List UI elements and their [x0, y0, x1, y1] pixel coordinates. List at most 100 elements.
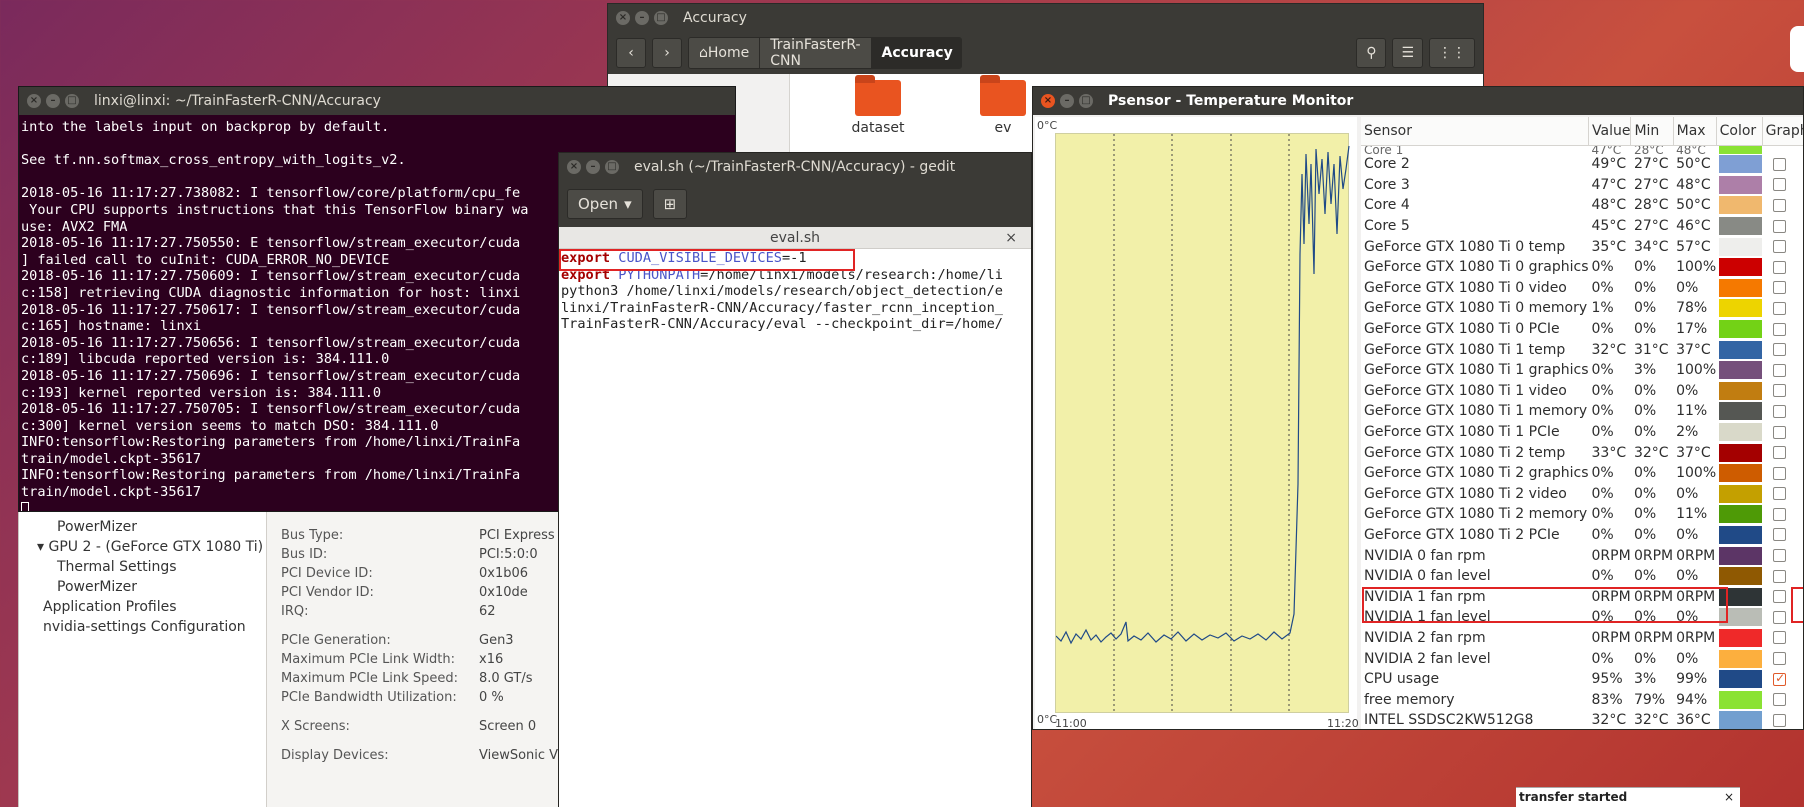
color-swatch[interactable] [1719, 381, 1763, 400]
color-swatch[interactable] [1719, 711, 1763, 729]
graph-checkbox[interactable] [1773, 487, 1787, 501]
column-header-value[interactable]: Value [1588, 117, 1632, 146]
graph-checkbox[interactable] [1773, 425, 1787, 439]
graph-checkbox[interactable] [1773, 198, 1787, 212]
table-row[interactable]: NVIDIA 2 fan rpm 0RPM 0RPM 0RPM [1361, 628, 1803, 649]
graph-checkbox[interactable] [1773, 631, 1787, 645]
table-row[interactable]: GeForce GTX 1080 Ti 2 temp 33°C 32°C 37°C [1361, 442, 1803, 463]
table-row[interactable]: Core 5 45°C 27°C 46°C [1361, 216, 1803, 237]
crumb-trainfasterrcnn[interactable]: TrainFasterR-CNN [760, 38, 872, 68]
color-swatch[interactable] [1719, 278, 1763, 297]
graph-checkbox[interactable] [1773, 343, 1787, 357]
graph-checkbox[interactable] [1773, 528, 1787, 542]
table-row[interactable]: GeForce GTX 1080 Ti 2 graphics 0% 0% 100% [1361, 463, 1803, 484]
graph-checkbox[interactable] [1773, 384, 1787, 398]
graph-checkbox[interactable] [1773, 219, 1787, 233]
open-button[interactable]: Open ▾ [567, 189, 643, 219]
maximize-icon[interactable]: □ [1079, 94, 1093, 108]
notification-banner[interactable]: transfer started × [1516, 787, 1740, 807]
tree-item-thermal-settings[interactable]: Thermal Settings [37, 557, 266, 577]
back-button[interactable]: ‹ [616, 38, 646, 68]
table-row[interactable]: GeForce GTX 1080 Ti 0 memory 1% 0% 78% [1361, 298, 1803, 319]
grid-view-button[interactable]: ⋮⋮ [1429, 38, 1475, 68]
close-icon[interactable]: × [1724, 788, 1734, 806]
color-swatch[interactable] [1719, 196, 1763, 215]
crumb-home[interactable]: ⌂ Home [689, 38, 761, 68]
graph-checkbox[interactable] [1773, 404, 1787, 418]
graph-checkbox[interactable] [1773, 240, 1787, 254]
table-row[interactable]: GeForce GTX 1080 Ti 1 memory 0% 0% 11% [1361, 401, 1803, 422]
tree-item-nvidia-settings-config[interactable]: nvidia-settings Configuration [37, 617, 266, 637]
color-swatch[interactable] [1719, 237, 1763, 256]
color-swatch[interactable] [1719, 155, 1763, 174]
psensor-titlebar[interactable]: × – □ Psensor - Temperature Monitor [1033, 87, 1803, 115]
table-row[interactable]: GeForce GTX 1080 Ti 0 PCIe 0% 0% 17% [1361, 319, 1803, 340]
table-row[interactable]: GeForce GTX 1080 Ti 2 video 0% 0% 0% [1361, 484, 1803, 505]
table-row[interactable]: INTEL SSDSC2KW512G8 32°C 32°C 36°C [1361, 710, 1803, 729]
list-view-button[interactable]: ☰ [1392, 38, 1423, 68]
color-swatch[interactable] [1719, 464, 1763, 483]
color-swatch[interactable] [1719, 443, 1763, 462]
graph-checkbox[interactable] [1773, 301, 1787, 315]
graph-checkbox[interactable] [1773, 157, 1787, 171]
table-row[interactable]: GeForce GTX 1080 Ti 2 PCIe 0% 0% 0% [1361, 525, 1803, 546]
minimize-icon[interactable]: – [635, 11, 649, 25]
color-swatch[interactable] [1719, 423, 1763, 442]
color-swatch[interactable] [1719, 505, 1763, 524]
color-swatch[interactable] [1719, 145, 1763, 154]
color-swatch[interactable] [1719, 628, 1763, 647]
minimize-icon[interactable]: – [46, 94, 60, 108]
table-row[interactable]: GeForce GTX 1080 Ti 1 video 0% 0% 0% [1361, 381, 1803, 402]
table-row[interactable]: NVIDIA 0 fan rpm 0RPM 0RPM 0RPM [1361, 545, 1803, 566]
graph-checkbox[interactable] [1773, 507, 1787, 521]
close-icon[interactable]: × [27, 94, 41, 108]
column-header-max[interactable]: Max [1673, 117, 1717, 146]
table-row[interactable]: Core 1 47°C 28°C 48°C [1361, 145, 1803, 154]
table-row[interactable]: GeForce GTX 1080 Ti 1 temp 32°C 31°C 37°C [1361, 339, 1803, 360]
color-swatch[interactable] [1719, 546, 1763, 565]
table-row[interactable]: Core 3 47°C 27°C 48°C [1361, 175, 1803, 196]
forward-button[interactable]: › [652, 38, 682, 68]
column-header-min[interactable]: Min [1630, 117, 1674, 146]
graph-checkbox[interactable] [1773, 693, 1787, 707]
graph-checkbox[interactable] [1773, 281, 1787, 295]
close-icon[interactable]: × [1005, 227, 1017, 249]
graph-checkbox[interactable] [1773, 178, 1787, 192]
tree-item-powermizer[interactable]: PowerMizer [37, 517, 266, 537]
graph-checkbox[interactable] [1773, 671, 1787, 686]
table-row[interactable]: free memory 83% 79% 94% [1361, 689, 1803, 710]
color-swatch[interactable] [1719, 175, 1763, 194]
graph-checkbox[interactable] [1773, 466, 1787, 480]
file-manager-titlebar[interactable]: × – □ Accuracy [608, 4, 1483, 32]
color-swatch[interactable] [1719, 690, 1763, 709]
table-row[interactable]: GeForce GTX 1080 Ti 0 video 0% 0% 0% [1361, 278, 1803, 299]
tree-item-application-profiles[interactable]: Application Profiles [37, 597, 266, 617]
table-row[interactable]: GeForce GTX 1080 Ti 0 graphics 0% 0% 100% [1361, 257, 1803, 278]
table-row[interactable]: GeForce GTX 1080 Ti 0 temp 35°C 34°C 57°C [1361, 236, 1803, 257]
graph-checkbox[interactable] [1773, 322, 1787, 336]
color-swatch[interactable] [1719, 525, 1763, 544]
graph-checkbox[interactable] [1773, 260, 1787, 274]
graph-checkbox[interactable] [1773, 363, 1787, 377]
graph-checkbox[interactable] [1773, 610, 1787, 624]
graph-checkbox[interactable] [1773, 569, 1787, 583]
column-header-sensor[interactable]: Sensor [1361, 117, 1589, 146]
color-swatch[interactable] [1719, 299, 1763, 318]
minimize-icon[interactable]: – [1060, 94, 1074, 108]
color-swatch[interactable] [1719, 402, 1763, 421]
color-swatch[interactable] [1719, 649, 1763, 668]
graph-checkbox[interactable] [1773, 652, 1787, 666]
color-swatch[interactable] [1719, 320, 1763, 339]
expander-arrow-icon[interactable]: ▾ [37, 539, 48, 555]
column-header-color[interactable]: Color [1716, 117, 1763, 146]
crumb-accuracy[interactable]: Accuracy [871, 38, 962, 68]
close-icon[interactable]: × [1041, 94, 1055, 108]
table-row[interactable]: Core 2 49°C 27°C 50°C [1361, 154, 1803, 175]
gedit-titlebar[interactable]: × – □ eval.sh (~/TrainFasterR-CNN/Accura… [559, 153, 1031, 181]
color-swatch[interactable] [1719, 484, 1763, 503]
column-header-graph[interactable]: Graph [1762, 117, 1803, 146]
table-row[interactable]: GeForce GTX 1080 Ti 1 graphics 0% 3% 100% [1361, 360, 1803, 381]
maximize-icon[interactable]: □ [65, 94, 79, 108]
close-icon[interactable]: × [567, 160, 581, 174]
tree-item-powermizer-2[interactable]: PowerMizer [37, 577, 266, 597]
